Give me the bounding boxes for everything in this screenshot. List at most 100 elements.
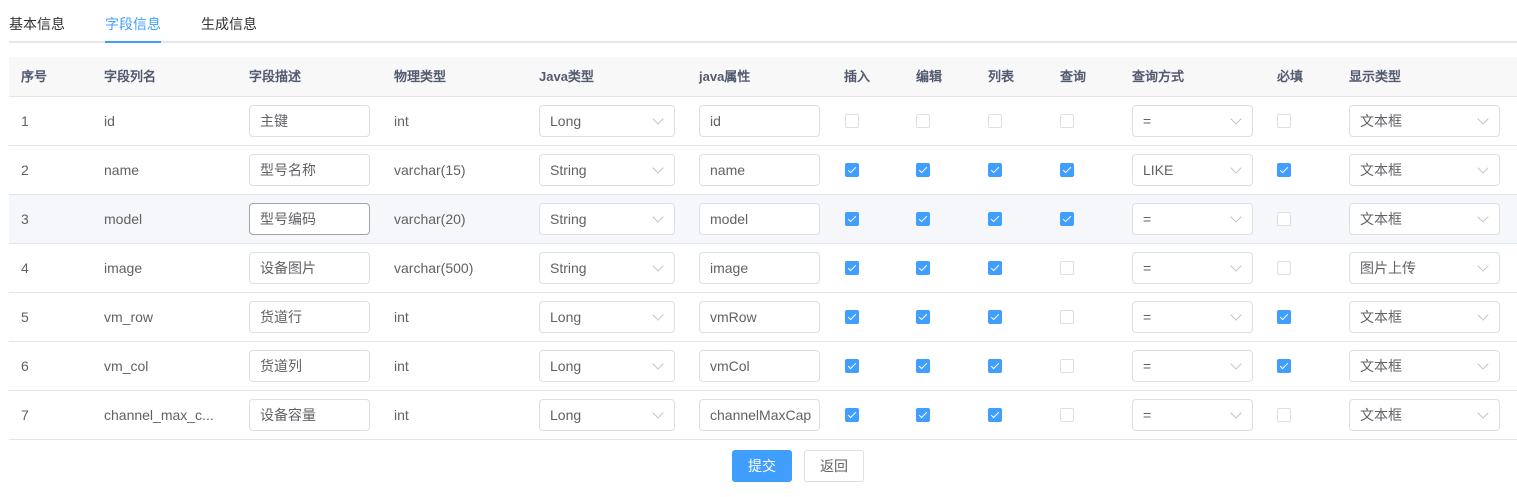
edit-checkbox[interactable]: [916, 408, 930, 422]
html-type-select[interactable]: 文本框: [1349, 105, 1500, 137]
list-checkbox[interactable]: [988, 359, 1002, 373]
description-input[interactable]: 设备图片: [249, 252, 370, 284]
chevron-down-icon: [652, 309, 664, 321]
query-checkbox[interactable]: [1060, 163, 1074, 177]
html-type-select[interactable]: 文本框: [1349, 350, 1500, 382]
list-checkbox[interactable]: [988, 212, 1002, 226]
html-type-value: 文本框: [1360, 113, 1402, 129]
java-type-select[interactable]: Long: [539, 301, 675, 333]
query-type-select[interactable]: =: [1132, 350, 1253, 382]
query-checkbox[interactable]: [1060, 359, 1074, 373]
description-input[interactable]: 型号名称: [249, 154, 370, 186]
required-checkbox[interactable]: [1277, 408, 1291, 422]
java-field-input[interactable]: id: [699, 105, 820, 137]
html-type-select[interactable]: 图片上传: [1349, 252, 1500, 284]
java-type-select[interactable]: String: [539, 252, 675, 284]
description-input[interactable]: 型号编码: [249, 203, 370, 235]
html-type-select[interactable]: 文本框: [1349, 399, 1500, 431]
description-input[interactable]: 设备容量: [249, 399, 370, 431]
list-checkbox[interactable]: [988, 310, 1002, 324]
edit-checkbox[interactable]: [916, 261, 930, 275]
row-index: 3: [21, 211, 29, 227]
required-checkbox[interactable]: [1277, 114, 1291, 128]
chevron-down-icon: [1230, 211, 1242, 223]
required-checkbox[interactable]: [1277, 359, 1291, 373]
edit-checkbox[interactable]: [916, 212, 930, 226]
chevron-down-icon: [652, 113, 664, 125]
row-physical-type: varchar(500): [394, 260, 474, 276]
html-type-select[interactable]: 文本框: [1349, 154, 1500, 186]
html-type-select[interactable]: 文本框: [1349, 203, 1500, 235]
edit-checkbox[interactable]: [916, 163, 930, 177]
header-column-name: 字段列名: [104, 69, 157, 84]
java-type-select[interactable]: String: [539, 154, 675, 186]
back-button[interactable]: 返回: [804, 450, 864, 482]
required-checkbox[interactable]: [1277, 310, 1291, 324]
query-checkbox[interactable]: [1060, 261, 1074, 275]
query-type-select[interactable]: =: [1132, 252, 1253, 284]
chevron-down-icon: [1477, 407, 1489, 419]
java-field-input[interactable]: image: [699, 252, 820, 284]
query-type-select[interactable]: LIKE: [1132, 154, 1253, 186]
row-column-name: vm_col: [104, 358, 149, 374]
edit-checkbox[interactable]: [916, 114, 930, 128]
java-type-select[interactable]: String: [539, 203, 675, 235]
query-checkbox[interactable]: [1060, 408, 1074, 422]
insert-checkbox[interactable]: [845, 114, 859, 128]
java-field-input[interactable]: channelMaxCap: [699, 399, 820, 431]
description-input[interactable]: 货道列: [249, 350, 370, 382]
html-type-value: 文本框: [1360, 162, 1402, 178]
chevron-down-icon: [1230, 407, 1242, 419]
submit-button[interactable]: 提交: [732, 450, 792, 482]
java-field-input[interactable]: vmCol: [699, 350, 820, 382]
tab-basic-info[interactable]: 基本信息: [9, 15, 65, 41]
insert-checkbox[interactable]: [845, 408, 859, 422]
html-type-value: 文本框: [1360, 358, 1402, 374]
html-type-select[interactable]: 文本框: [1349, 301, 1500, 333]
java-field-input[interactable]: model: [699, 203, 820, 235]
required-checkbox[interactable]: [1277, 261, 1291, 275]
java-field-input[interactable]: name: [699, 154, 820, 186]
header-description: 字段描述: [249, 69, 302, 84]
list-checkbox[interactable]: [988, 114, 1002, 128]
java-type-select[interactable]: Long: [539, 105, 675, 137]
insert-checkbox[interactable]: [845, 310, 859, 324]
java-type-select[interactable]: Long: [539, 350, 675, 382]
chevron-down-icon: [652, 358, 664, 370]
edit-checkbox[interactable]: [916, 310, 930, 324]
query-checkbox[interactable]: [1060, 310, 1074, 324]
table-row: 6 vm_col 货道列 int Long vmCol = 文本框: [9, 342, 1517, 391]
table-body: 1 id 主键 int Long id = 文本框 2 name 型号名称 varchar(15) St…: [9, 97, 1517, 440]
required-checkbox[interactable]: [1277, 163, 1291, 177]
table-row: 2 name 型号名称 varchar(15) String name LIKE 文本框: [9, 146, 1517, 195]
chevron-down-icon: [1477, 358, 1489, 370]
chevron-down-icon: [652, 260, 664, 272]
row-index: 4: [21, 260, 29, 276]
chevron-down-icon: [1230, 162, 1242, 174]
required-checkbox[interactable]: [1277, 212, 1291, 226]
insert-checkbox[interactable]: [845, 163, 859, 177]
query-type-select[interactable]: =: [1132, 399, 1253, 431]
query-checkbox[interactable]: [1060, 212, 1074, 226]
java-field-input[interactable]: vmRow: [699, 301, 820, 333]
list-checkbox[interactable]: [988, 163, 1002, 177]
tab-field-info[interactable]: 字段信息: [105, 15, 161, 41]
list-checkbox[interactable]: [988, 408, 1002, 422]
insert-checkbox[interactable]: [845, 359, 859, 373]
insert-checkbox[interactable]: [845, 261, 859, 275]
list-checkbox[interactable]: [988, 261, 1002, 275]
chevron-down-icon: [1230, 309, 1242, 321]
row-physical-type: int: [394, 407, 409, 423]
table-row: 3 model 型号编码 varchar(20) String model = 文本框: [9, 195, 1517, 244]
edit-checkbox[interactable]: [916, 359, 930, 373]
query-type-select[interactable]: =: [1132, 105, 1253, 137]
insert-checkbox[interactable]: [845, 212, 859, 226]
query-type-select[interactable]: =: [1132, 301, 1253, 333]
query-checkbox[interactable]: [1060, 114, 1074, 128]
java-type-select[interactable]: Long: [539, 399, 675, 431]
description-input[interactable]: 货道行: [249, 301, 370, 333]
tab-generate-info[interactable]: 生成信息: [201, 15, 257, 41]
row-column-name: model: [104, 211, 143, 227]
query-type-select[interactable]: =: [1132, 203, 1253, 235]
description-input[interactable]: 主键: [249, 105, 370, 137]
